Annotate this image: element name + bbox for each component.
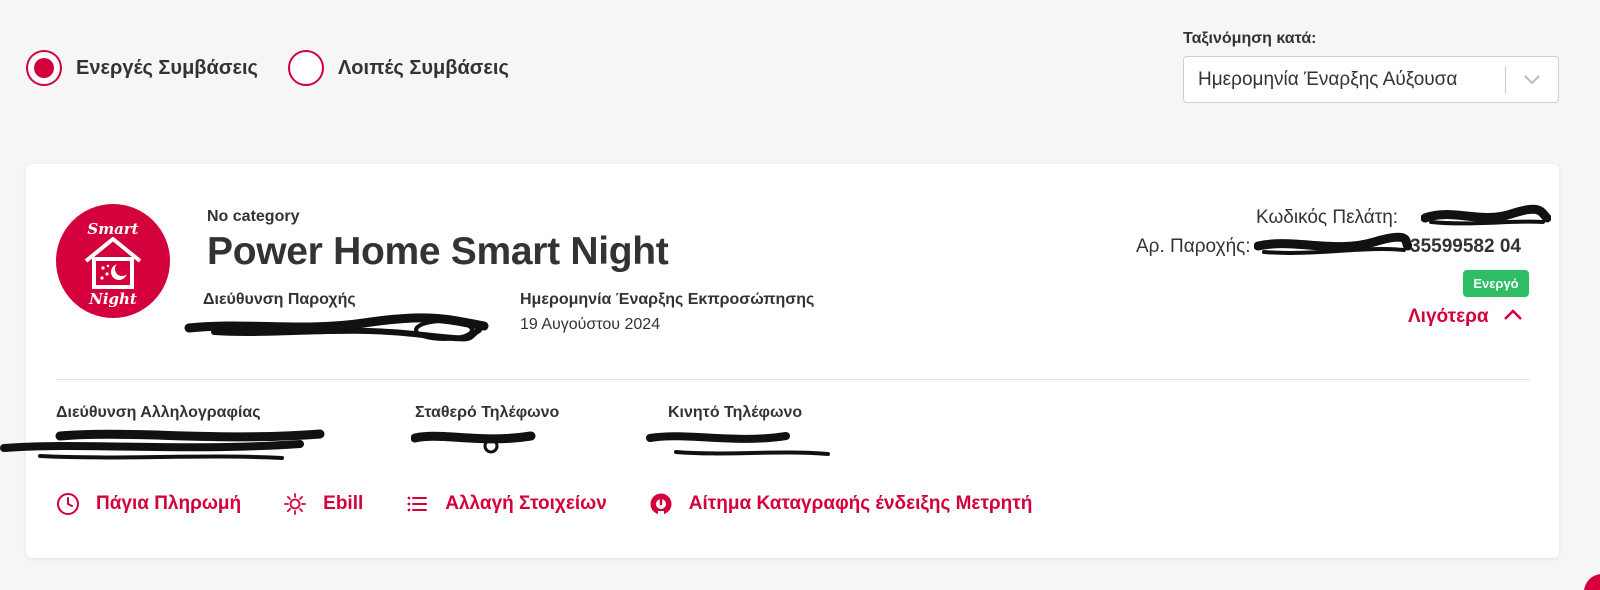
list-icon [405,492,429,516]
mobile-label: Κινητό Τηλέφωνο [668,404,803,421]
less-toggle-button[interactable]: Λιγότερα [1408,306,1523,328]
radio-other-contracts[interactable]: Λοιπές Συμβάσεις [287,50,509,86]
contract-category: No category [207,208,300,225]
card-divider [56,379,1530,380]
redacted-landline [411,431,536,454]
start-date-value: 19 Αυγούστου 2024 [520,316,661,333]
status-badge: Ενεργό [1463,270,1529,297]
redacted-customer-code [1421,204,1551,226]
customer-code: Κωδικός Πελάτη: [1256,207,1398,229]
standing-payment-label: Πάγια Πληρωμή [96,493,242,514]
customer-code-label: Κωδικός Πελάτη: [1256,207,1399,228]
ebill-label: Ebill [323,493,364,514]
chevron-up-icon [1503,308,1523,326]
start-date-label: Ημερομηνία Έναρξης Εκπροσώπησης [520,291,815,308]
less-toggle-label: Λιγότερα [1408,306,1489,327]
supply-number-label: Αρ. Παροχής: [1136,236,1251,257]
sort-selected-value: Ημερομηνία Έναρξης Αύξουσα [1198,68,1458,90]
contract-filter: Ενεργές Συμβάσεις Λοιπές Συμβάσεις [26,50,539,86]
logo-text-top: Smart [87,220,138,238]
contract-card: Smart Night No category Power Home Smart… [0,164,1559,558]
radio-active-circle[interactable] [26,50,62,86]
smart-night-logo: Smart Night [56,204,170,318]
sort-label: Ταξινόμηση κατά: [1183,30,1317,47]
redacted-mail-address [0,429,325,460]
meter-icon [649,492,673,516]
radio-active-label: Ενεργές Συμβάσεις [76,56,258,79]
sort-control: Ταξινόμηση κατά: Ημερομηνία Έναρξης Αύξο… [1183,30,1559,103]
redacted-mobile [646,432,830,456]
supply-number-visible: 35599582 04 [1410,236,1521,258]
meter-reading-label: Αίτημα Καταγραφής ένδειξης Μετρητή [688,493,1033,514]
mail-address-label: Διεύθυνση Αλληλογραφίας [56,404,261,421]
radio-active-contracts[interactable]: Ενεργές Συμβάσεις [26,50,258,86]
logo-text-bottom: Night [88,290,137,308]
standing-payment-button[interactable]: Πάγια Πληρωμή [56,492,241,516]
landline-label: Σταθερό Τηλέφωνο [415,404,560,421]
radio-other-circle[interactable] [287,50,324,86]
sort-separator [1505,65,1506,94]
meter-reading-button[interactable]: Αίτημα Καταγραφής ένδειξης Μετρητή [649,492,1033,516]
floating-button-edge[interactable] [1580,568,1600,590]
supply-number: Αρ. Παροχής: [1136,236,1251,258]
ebill-button[interactable]: Ebill [283,492,363,516]
change-details-label: Αλλαγή Στοιχείων [445,493,607,514]
redacted-supply-number [1254,232,1412,255]
contract-actions: Πάγια Πληρωμή Ebill Αλλαγή Στοιχείων Αίτ… [56,492,1074,516]
radio-other-label: Λοιπές Συμβάσεις [337,56,509,79]
contract-title: Power Home Smart Night [207,230,669,273]
supply-number-suffix: 35599582 04 [1410,236,1521,257]
chevron-down-icon[interactable] [1520,74,1544,85]
sun-icon [283,492,307,516]
supply-address-label: Διεύθυνση Παροχής [203,291,356,308]
sort-select[interactable]: Ημερομηνία Έναρξης Αύξουσα [1183,56,1559,103]
redacted-supply-address [184,313,489,342]
change-details-button[interactable]: Αλλαγή Στοιχείων [405,492,607,516]
clock-icon [56,492,80,516]
radio-selected-dot [34,58,54,78]
